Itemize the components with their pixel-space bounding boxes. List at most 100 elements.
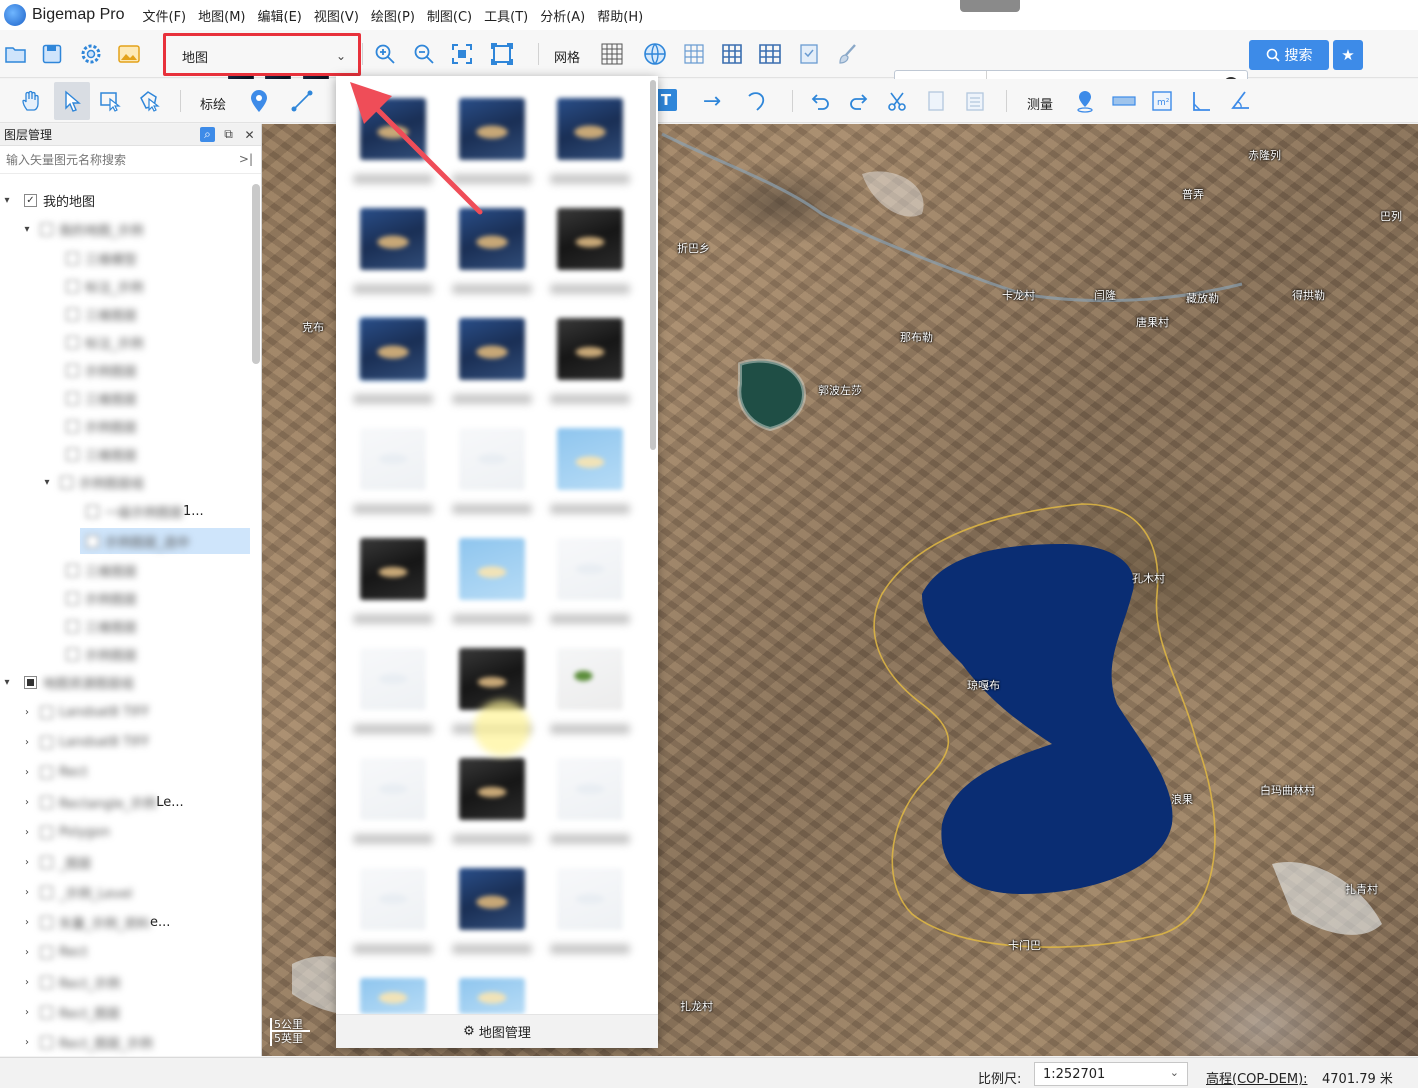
measure-angle-icon[interactable] [1228,89,1252,113]
layer-item[interactable]: › Rectangle_示例 Le... [20,789,184,815]
layer-item[interactable]: › Polygon [20,819,110,845]
collapse-icon[interactable]: >| [239,152,253,166]
menu-view[interactable]: 视图(V) [314,6,359,25]
settings-gear-icon[interactable] [79,42,103,66]
layer-item[interactable]: 示例图层 [60,413,137,439]
pan-hand-icon[interactable] [20,89,44,113]
basemap-option[interactable] [360,978,426,1014]
basemap-option[interactable] [557,318,623,380]
map-manage-button[interactable]: ⚙ 地图管理 [336,1014,658,1048]
basemap-option[interactable] [557,428,623,490]
zoom-in-icon[interactable] [373,42,397,66]
cut-scissors-icon[interactable] [885,89,909,113]
menu-edit[interactable]: 编辑(E) [258,6,302,25]
undo-icon[interactable] [808,89,832,113]
basemap-option[interactable] [459,98,525,160]
layer-item[interactable]: 三维图层 [60,557,137,583]
basemap-option[interactable] [360,868,426,930]
copy-icon[interactable] [924,89,948,113]
menu-file[interactable]: 文件(F) [143,6,187,25]
grid-style-b-icon[interactable] [720,42,744,66]
chevron-down-icon[interactable]: ▾ [0,195,14,206]
layer-group[interactable]: ▾ 我的地图_示例 [20,216,144,242]
layer-item[interactable]: › Rect_图层 [20,999,120,1025]
polygon-select-icon[interactable] [137,89,161,113]
layer-item[interactable]: 三维图层 [60,301,137,327]
layer-item[interactable]: › Landsat8 TIFF [20,699,150,725]
basemap-option[interactable] [459,978,525,1014]
brush-icon[interactable] [836,42,860,66]
layer-checkbox[interactable]: ✓ [24,193,37,207]
menu-map[interactable]: 地图(M) [198,6,245,25]
elevation-label[interactable]: 高程(COP-DEM): [1206,1068,1308,1087]
globe-grid-icon[interactable] [643,42,667,66]
layer-item[interactable]: › Landsat8 TIFF [20,729,150,755]
measure-point-icon[interactable] [1073,89,1097,113]
layer-item[interactable]: 三维图层 [60,441,137,467]
basemap-option[interactable] [557,208,623,270]
layer-search-input[interactable] [6,152,226,167]
layer-item[interactable]: 三维图层 [60,613,137,639]
redo-icon[interactable] [847,89,871,113]
layer-panel-scrollbar[interactable] [252,184,260,364]
layer-item-selected[interactable]: 示例图层_选中 [80,528,190,554]
basemap-option[interactable] [459,428,525,490]
basemap-option[interactable] [557,868,623,930]
measure-area-icon[interactable]: m² [1150,89,1174,113]
layer-item[interactable]: 三维模型 [60,245,137,271]
basemap-option[interactable] [459,318,525,380]
float-window-icon[interactable]: ⧉ [221,127,236,142]
zoom-extent-icon[interactable] [450,42,474,66]
basemap-option[interactable] [459,868,525,930]
document-grid-icon[interactable] [797,42,821,66]
basemap-option[interactable] [459,538,525,600]
layer-item[interactable]: 标注_示例 [60,329,144,355]
measure-height-icon[interactable] [1189,89,1213,113]
basemap-option[interactable] [459,208,525,270]
layer-item[interactable]: 三维图层 [60,385,137,411]
layer-group[interactable]: ▾ 示例图层组 [40,469,144,495]
basemap-option[interactable] [459,758,525,820]
paste-icon[interactable] [963,89,987,113]
layer-item[interactable]: 一级示例图层 1... [80,498,204,524]
select-arrow-icon[interactable] [60,89,84,113]
scale-select[interactable]: 1:252701 ⌄ [1034,1062,1188,1086]
basemap-option[interactable] [557,98,623,160]
grid-style-c-icon[interactable] [758,42,782,66]
layer-group[interactable]: ▾ 地图资源图层组 [0,669,134,695]
polyline-icon[interactable] [290,89,314,113]
menu-tools[interactable]: 工具(T) [484,6,528,25]
menu-cartography[interactable]: 制图(C) [427,6,472,25]
basemap-option[interactable] [360,98,426,160]
layer-item[interactable]: 示例图层 [60,357,137,383]
menu-analysis[interactable]: 分析(A) [540,6,585,25]
basemap-option-selected[interactable] [358,316,428,382]
layer-item[interactable]: › _图层 [20,849,92,875]
basemap-option[interactable] [360,428,426,490]
favorite-star-icon[interactable]: ★ [1333,40,1363,70]
measure-distance-icon[interactable] [1112,89,1136,113]
layer-item[interactable]: 示例图层 [60,585,137,611]
layer-tree-root[interactable]: ▾ ✓ 我的地图 [0,187,95,213]
text-tool-icon[interactable]: T [655,89,677,111]
menu-draw[interactable]: 绘图(P) [371,6,415,25]
layer-item[interactable]: › Rect_示例 [20,969,120,995]
window-drag-handle[interactable] [960,0,1020,12]
marker-pin-icon[interactable] [247,89,271,113]
basemap-option[interactable] [557,758,623,820]
zoom-out-icon[interactable] [412,42,436,66]
arrow-tool-icon[interactable]: → [700,89,724,114]
image-icon[interactable] [117,42,141,66]
search-button[interactable]: 搜索 [1249,40,1329,70]
menu-help[interactable]: 帮助(H) [597,6,643,25]
grid-icon[interactable] [600,42,624,66]
layer-item[interactable]: › Rect_图层_示例 [20,1029,153,1055]
dropdown-scrollbar[interactable] [650,80,656,450]
close-icon[interactable]: ✕ [242,127,257,142]
basemap-option[interactable] [557,538,623,600]
basemap-option[interactable] [360,208,426,270]
layer-item[interactable]: › _示例_Level [20,879,132,905]
fullscreen-icon[interactable] [490,42,514,66]
layer-item[interactable]: 标注_示例 [60,273,144,299]
box-select-icon[interactable] [98,89,122,113]
